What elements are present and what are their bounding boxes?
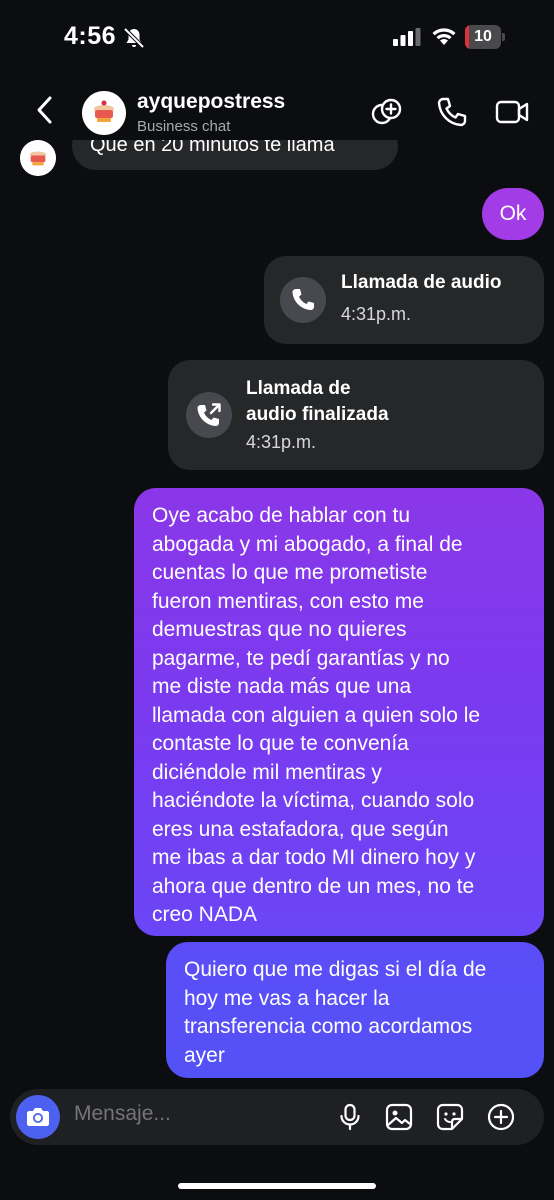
- message-line: cuentas lo que me prometiste: [152, 561, 428, 584]
- message-input[interactable]: [74, 1102, 274, 1126]
- message-line: pagarme, te pedí garantías y no: [152, 646, 450, 670]
- message-line: eres una estafadora, que según: [152, 817, 449, 841]
- phone-icon[interactable]: [434, 94, 470, 130]
- message-list[interactable]: Que en 20 minutos te llama Ok Llamada de…: [0, 140, 554, 1085]
- message-line: ayer: [184, 1043, 225, 1067]
- message-line: demuestras que no quieres: [152, 618, 407, 641]
- message-line: haciéndote la víctima, cuando solo: [152, 789, 475, 812]
- back-chevron-icon[interactable]: [30, 92, 60, 128]
- contact-subtitle: Business chat: [137, 118, 231, 135]
- contact-avatar[interactable]: [82, 91, 126, 135]
- message-line: llamada con alguien a quien solo le: [152, 703, 481, 727]
- message-composer: [10, 1089, 544, 1145]
- message-line: hoy me vas a hacer la: [184, 986, 390, 1010]
- message-line: creo NADA: [152, 903, 258, 926]
- message-line: Oye acabo de hablar con tu: [152, 504, 411, 527]
- message-line: Quiero que me digas si el día de: [184, 958, 487, 981]
- call-time: 4:31p.m.: [246, 432, 317, 452]
- add-circle-icon[interactable]: [486, 1102, 516, 1132]
- incoming-message[interactable]: Que en 20 minutos te llama: [72, 140, 398, 170]
- ended-call-card[interactable]: Llamada de audio finalizada 4:31p.m.: [168, 360, 544, 470]
- contact-name[interactable]: ayquepostress: [137, 90, 285, 114]
- message-line: contaste lo que te convenía: [152, 732, 409, 755]
- video-call-icon[interactable]: [494, 94, 530, 130]
- camera-button[interactable]: [16, 1095, 60, 1139]
- call-title-line2: audio finalizada: [246, 404, 389, 425]
- outgoing-message-long[interactable]: Oye acabo de hablar con tu abogada y mi a…: [134, 488, 544, 936]
- cell-signal-icon: [393, 28, 421, 46]
- home-indicator[interactable]: [178, 1183, 376, 1189]
- camera-icon: [27, 1108, 49, 1126]
- audio-call-card[interactable]: Llamada de audio 4:31p.m.: [264, 256, 544, 344]
- outgoing-message-last[interactable]: Quiero que me digas si el día de hoy me v…: [166, 942, 544, 1078]
- status-time: 4:56: [64, 22, 117, 50]
- battery-level: 10: [474, 28, 492, 45]
- message-line: me diste nada más que una: [152, 675, 412, 698]
- wifi-icon: [432, 28, 456, 45]
- phone-outgoing-icon: [197, 403, 221, 426]
- message-line: fueron mentiras, con esto me: [152, 589, 424, 613]
- message-line: abogada y mi abogado, a final de: [152, 532, 463, 556]
- message-line: ahora que dentro de un mes, no te: [152, 874, 475, 898]
- phone-circle: [280, 277, 326, 323]
- message-line: diciéndole mil mentiras y: [152, 760, 382, 784]
- sender-avatar[interactable]: [20, 140, 56, 176]
- gallery-icon[interactable]: [384, 1102, 414, 1132]
- battery-indicator: 10: [465, 25, 505, 49]
- bell-slash-icon: [123, 27, 145, 49]
- call-time: 4:31p.m.: [341, 304, 412, 324]
- message-line: me ibas a dar todo MI dinero hoy y: [152, 846, 476, 869]
- message-line: transferencia como acordamos: [184, 1015, 473, 1038]
- call-title: Llamada de audio: [341, 272, 502, 293]
- add-people-icon[interactable]: [370, 94, 406, 130]
- call-title-line1: Llamada de: [246, 378, 351, 399]
- microphone-icon[interactable]: [335, 1102, 365, 1132]
- status-bar: 4:56 10: [0, 0, 554, 74]
- sticker-icon[interactable]: [435, 1102, 465, 1132]
- phone-circle: [186, 392, 232, 438]
- outgoing-message-ok[interactable]: Ok: [482, 188, 544, 240]
- chat-header: ayquepostress Business chat: [0, 74, 554, 146]
- phone-icon: [292, 289, 314, 310]
